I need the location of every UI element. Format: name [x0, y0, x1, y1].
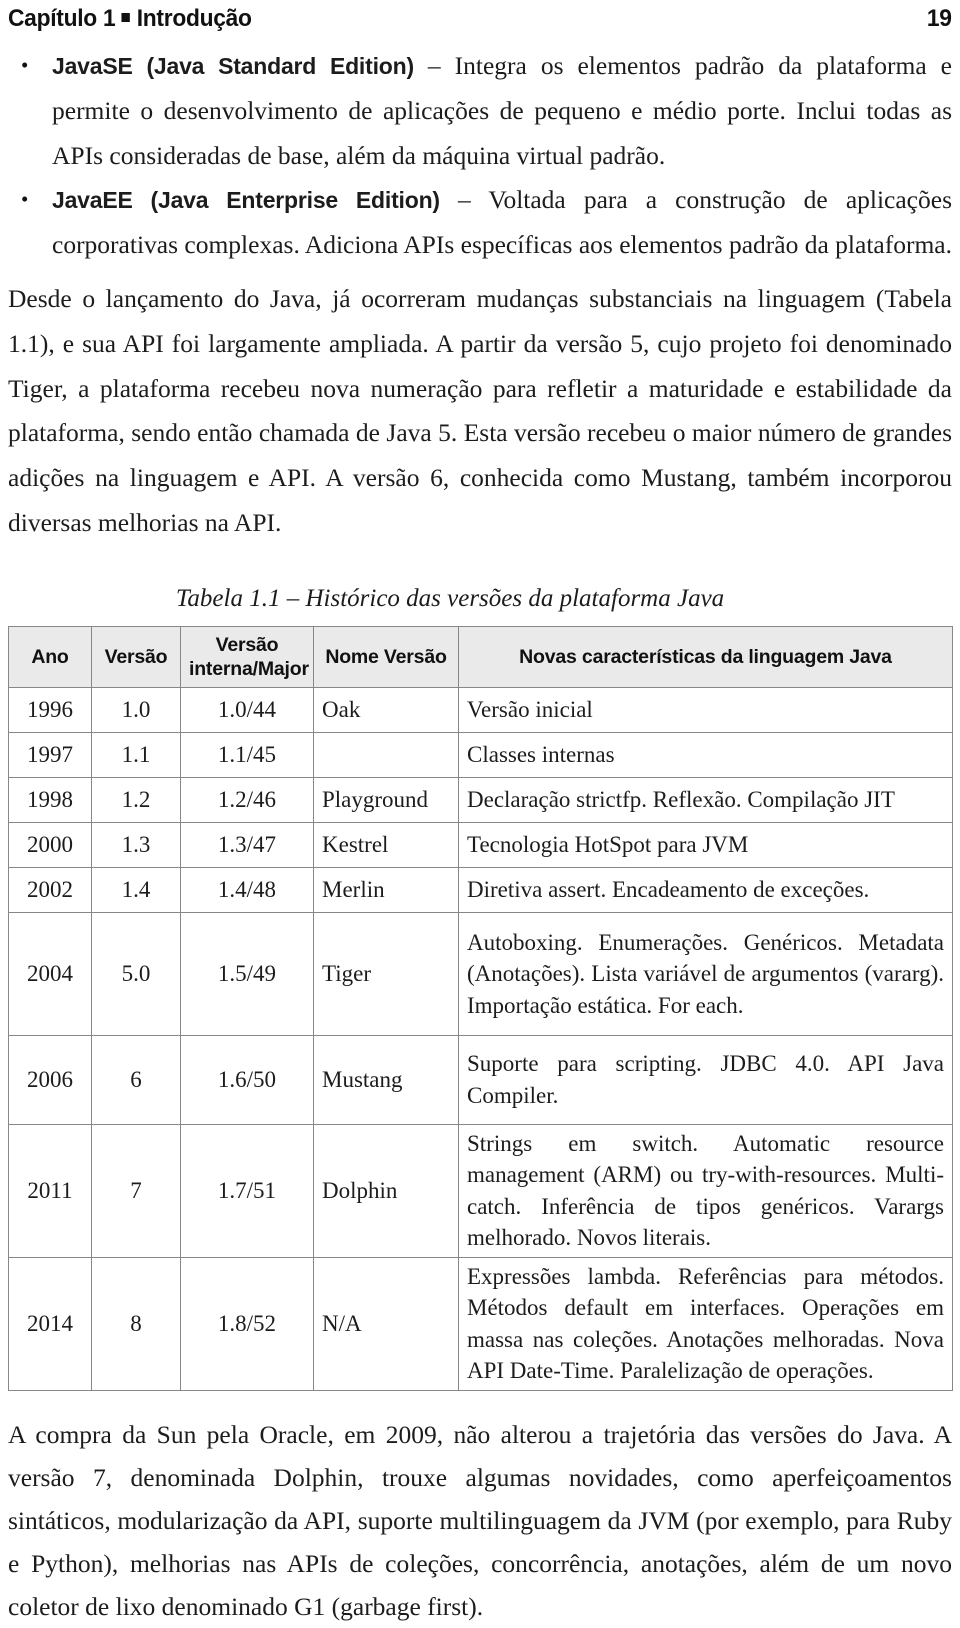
page-content: JavaSE (Java Standard Edition) – Integra… — [8, 43, 953, 1628]
cell-ano: 2002 — [8, 866, 92, 913]
list-item: JavaSE (Java Standard Edition) – Integra… — [8, 43, 952, 178]
cell-ano: 2004 — [8, 911, 92, 1036]
cell-nome-versao: Tiger — [313, 911, 459, 1036]
cell-nome-versao: Kestrel — [313, 821, 459, 868]
table-row: 2014 8 1.8/52 N/A Expressões lambda. Ref… — [8, 1256, 953, 1391]
column-header-novidades: Novas características da linguagem Java — [458, 625, 953, 688]
cell-versao: 1.4 — [91, 866, 181, 913]
cell-ano: 1997 — [8, 731, 92, 778]
cell-novidades: Suporte para scripting. JDBC 4.0. API Ja… — [458, 1034, 953, 1125]
square-bullet-icon — [121, 12, 131, 22]
cell-nome-versao: Oak — [313, 686, 459, 733]
list-item-lead: JavaSE (Java Standard Edition) — [52, 53, 414, 79]
running-head-title: Capítulo 1 Introdução — [8, 5, 252, 33]
table-row: 2006 6 1.6/50 Mustang Suporte para scrip… — [8, 1034, 953, 1125]
cell-versao-interna: 1.0/44 — [180, 686, 314, 733]
cell-versao: 1.0 — [91, 686, 181, 733]
table-body: 1996 1.0 1.0/44 Oak Versão inicial 1997 … — [8, 686, 953, 1391]
cell-versao: 1.1 — [91, 731, 181, 778]
cell-ano: 2006 — [8, 1034, 92, 1125]
table-row: 1998 1.2 1.2/46 Playground Declaração st… — [8, 776, 953, 823]
table-row: 1997 1.1 1.1/45 Classes internas — [8, 731, 953, 778]
cell-nome-versao — [313, 731, 459, 778]
table-row: 2000 1.3 1.3/47 Kestrel Tecnologia HotSp… — [8, 821, 953, 868]
cell-nome-versao: Dolphin — [313, 1123, 459, 1258]
cell-novidades: Versão inicial — [458, 686, 953, 733]
cell-versao: 6 — [91, 1034, 181, 1125]
list-item-lead: JavaEE (Java Enterprise Edition) — [52, 187, 440, 214]
closing-paragraph: A compra da Sun pela Oracle, em 2009, nã… — [8, 1419, 952, 1621]
cell-ano: 2011 — [8, 1123, 92, 1258]
cell-versao-interna: 1.3/47 — [180, 821, 314, 868]
column-header-nome-versao: Nome Versão — [313, 625, 459, 688]
cell-versao-interna: 1.6/50 — [180, 1034, 314, 1125]
table-row: 1996 1.0 1.0/44 Oak Versão inicial — [8, 686, 953, 733]
cell-ano: 2000 — [8, 821, 92, 868]
chapter-label: Capítulo 1 — [8, 5, 116, 32]
cell-novidades: Tecnologia HotSpot para JVM — [458, 821, 953, 868]
cell-nome-versao: Merlin — [313, 866, 459, 913]
cell-versao: 8 — [91, 1256, 181, 1391]
table-head: Ano Versão Versão interna/Major Nome Ver… — [8, 625, 953, 688]
cell-versao-interna: 1.1/45 — [180, 731, 314, 778]
column-header-ano: Ano — [8, 625, 92, 688]
table-row: 2004 5.0 1.5/49 Tiger Autoboxing. Enumer… — [8, 911, 953, 1036]
cell-versao-interna: 1.5/49 — [180, 911, 314, 1036]
cell-versao: 1.3 — [91, 821, 181, 868]
chapter-title: Introdução — [136, 5, 252, 32]
cell-versao-interna: 1.8/52 — [180, 1256, 314, 1391]
cell-nome-versao: Playground — [313, 776, 459, 823]
table-row: 2011 7 1.7/51 Dolphin Strings em switch.… — [8, 1123, 953, 1258]
table-header-row: Ano Versão Versão interna/Major Nome Ver… — [8, 625, 953, 688]
cell-versao-interna: 1.4/48 — [180, 866, 314, 913]
running-head: Capítulo 1 Introdução 19 — [8, 2, 952, 36]
cell-novidades: Strings em switch. Automatic resource ma… — [458, 1123, 953, 1258]
cell-ano: 2014 — [8, 1256, 92, 1391]
list-item: JavaEE (Java Enterprise Edition) – Volta… — [8, 177, 952, 268]
column-header-versao: Versão — [91, 625, 181, 688]
java-versions-table: Ano Versão Versão interna/Major Nome Ver… — [8, 625, 953, 1391]
cell-ano: 1996 — [8, 686, 92, 733]
cell-nome-versao: N/A — [313, 1256, 459, 1391]
cell-versao: 5.0 — [91, 911, 181, 1036]
table-row: 2002 1.4 1.4/48 Merlin Diretiva assert. … — [8, 866, 953, 913]
cell-novidades: Diretiva assert. Encadeamento de exceçõe… — [458, 866, 953, 913]
cell-novidades: Classes internas — [458, 731, 953, 778]
intro-paragraph: Desde o lançamento do Java, já ocorreram… — [8, 283, 952, 537]
cell-ano: 1998 — [8, 776, 92, 823]
cell-versao-interna: 1.7/51 — [180, 1123, 314, 1258]
cell-versao: 1.2 — [91, 776, 181, 823]
cell-novidades: Autoboxing. Enumerações. Genéricos. Meta… — [458, 911, 953, 1036]
column-header-versao-interna: Versão interna/Major — [180, 625, 314, 688]
platform-editions-list: JavaSE (Java Standard Edition) – Integra… — [8, 43, 952, 268]
cell-novidades: Declaração strictfp. Reflexão. Compilaçã… — [458, 776, 953, 823]
cell-versao: 7 — [91, 1123, 181, 1258]
cell-versao-interna: 1.2/46 — [180, 776, 314, 823]
cell-nome-versao: Mustang — [313, 1034, 459, 1125]
table-caption: Tabela 1.1 – Histórico das versões da pl… — [175, 584, 725, 612]
page-number: 19 — [927, 5, 952, 32]
cell-novidades: Expressões lambda. Referências para méto… — [458, 1256, 953, 1391]
